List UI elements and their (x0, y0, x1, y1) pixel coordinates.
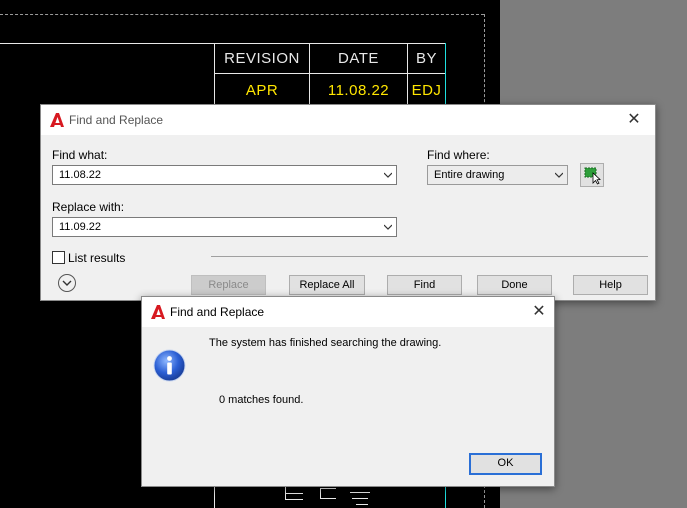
find-replace-title: Find and Replace (69, 113, 164, 127)
cad-glyph-stroke (356, 504, 368, 505)
drawing-border-top (0, 14, 484, 15)
cell-by: EDJ (411, 82, 442, 99)
info-icon (153, 349, 186, 382)
find-replace-title-bar: Find and Replace ✕ (41, 105, 655, 135)
help-button[interactable]: Help (573, 275, 648, 295)
header-date: DATE (338, 50, 379, 67)
cad-glyph-stroke (352, 498, 368, 499)
cad-glyph-stroke (350, 492, 370, 493)
message-close-button[interactable]: ✕ (524, 301, 554, 323)
ok-button[interactable]: OK (469, 453, 542, 475)
cad-glyph-stroke (320, 488, 321, 498)
cad-glyph-stroke (320, 488, 336, 489)
replace-button[interactable]: Replace (191, 275, 266, 295)
chevron-down-icon (555, 172, 563, 178)
close-icon: ✕ (532, 303, 546, 320)
message-line-1: The system has finished searching the dr… (209, 337, 442, 349)
replace-with-value: 11.09.22 (59, 221, 102, 233)
find-where-label: Find where: (427, 148, 490, 162)
find-replace-dialog: Find and Replace ✕ Find what: 11.08.22 R… (40, 104, 656, 301)
cad-glyph-stroke (285, 499, 303, 500)
message-title: Find and Replace (170, 305, 265, 319)
cad-glyph-stroke (285, 493, 303, 494)
list-results-label: List results (68, 251, 126, 265)
header-revision: REVISION (224, 50, 300, 67)
revision-table-header-line (215, 73, 446, 74)
header-by: BY (415, 50, 437, 67)
find-where-value: Entire drawing (434, 169, 505, 181)
message-title-bar: Find and Replace ✕ (142, 297, 554, 327)
list-results-checkbox[interactable] (52, 251, 65, 264)
find-what-value: 11.08.22 (59, 169, 102, 181)
find-where-select[interactable]: Entire drawing (427, 165, 568, 185)
expand-options-button[interactable] (58, 274, 76, 292)
find-what-combobox[interactable]: 11.08.22 (52, 165, 397, 185)
cad-glyph-stroke (320, 498, 336, 499)
autocad-logo-icon (151, 305, 165, 319)
select-objects-button[interactable] (580, 163, 604, 187)
options-separator (211, 256, 648, 257)
chevron-down-icon (384, 224, 392, 230)
replace-with-combobox[interactable]: 11.09.22 (52, 217, 397, 237)
close-icon: ✕ (627, 111, 641, 128)
select-objects-icon (584, 167, 601, 185)
replace-all-button[interactable]: Replace All (289, 275, 365, 295)
find-button[interactable]: Find (387, 275, 462, 295)
done-button[interactable]: Done (477, 275, 552, 295)
search-complete-dialog: Find and Replace ✕ The system has finish… (141, 296, 555, 487)
autocad-logo-icon (50, 113, 64, 127)
replace-with-label: Replace with: (52, 200, 125, 214)
revision-table-top-line (0, 43, 446, 44)
find-what-label: Find what: (52, 148, 108, 162)
message-line-2: 0 matches found. (219, 394, 304, 406)
cell-revision: APR (245, 82, 279, 99)
close-button[interactable]: ✕ (619, 109, 649, 131)
cell-date: 11.08.22 (327, 82, 390, 99)
chevron-down-icon (384, 172, 392, 178)
chevron-down-circle-icon (62, 280, 72, 286)
